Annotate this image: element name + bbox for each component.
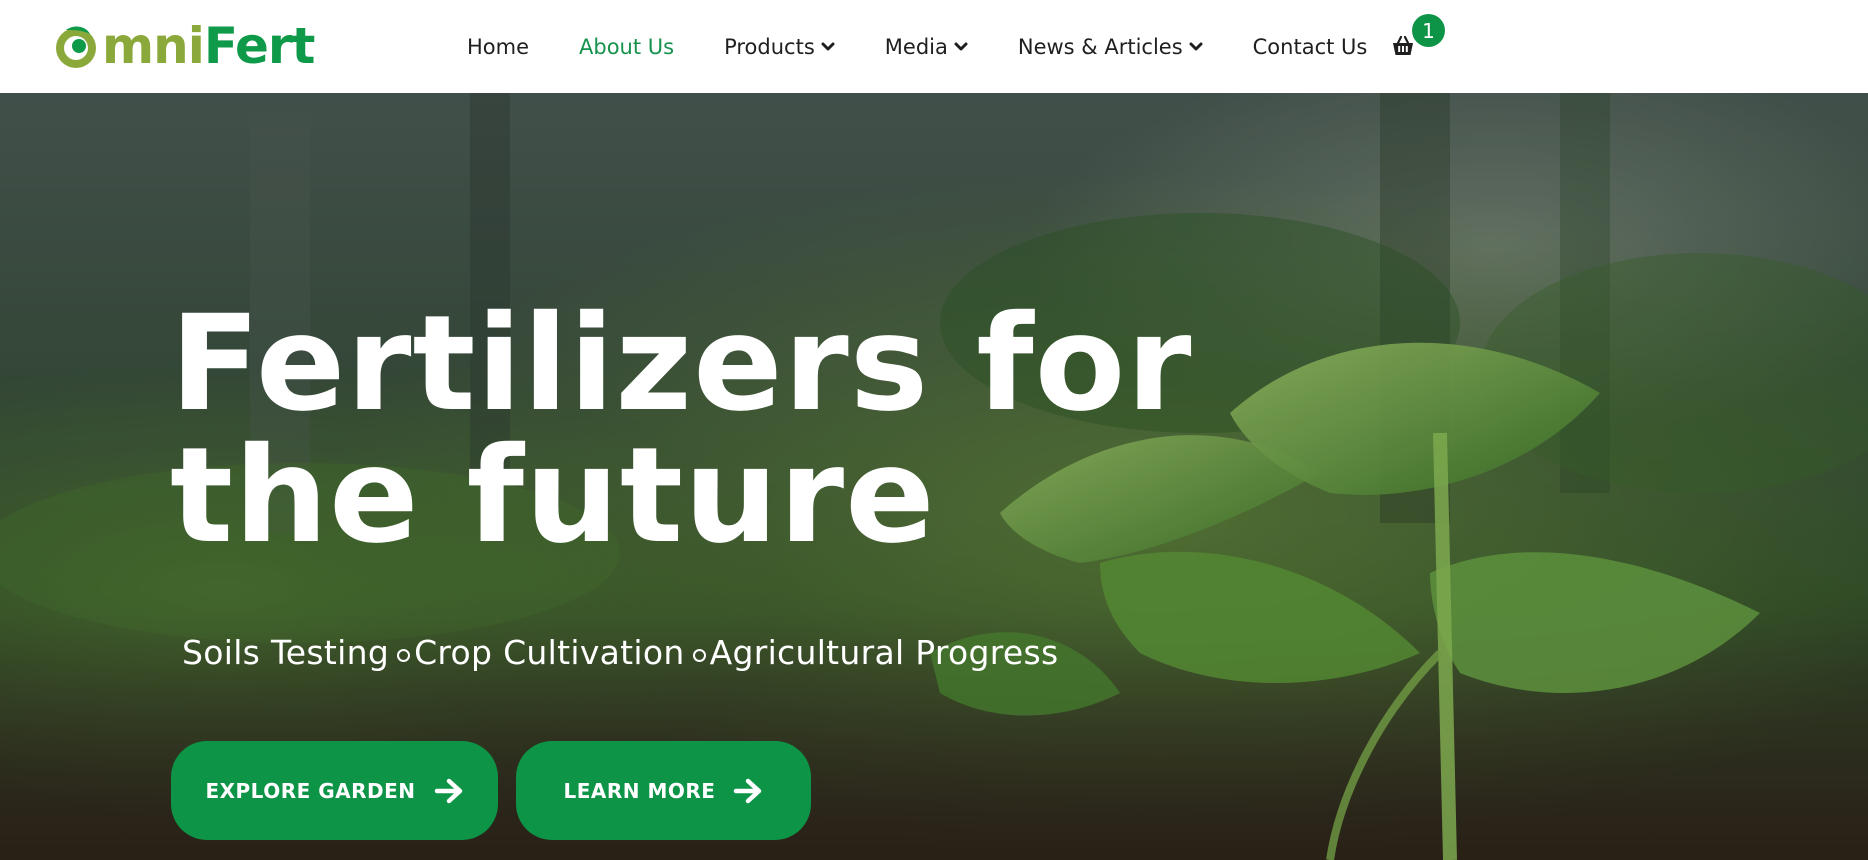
- nav-item-label: Media: [884, 34, 948, 59]
- chevron-down-icon: [1189, 42, 1203, 52]
- nav-item-news-articles[interactable]: News & Articles: [1018, 35, 1203, 59]
- main-nav: Home About Us Products Media News & Arti…: [467, 0, 1417, 93]
- nav-item-label: Home: [467, 34, 530, 59]
- button-label: LEARN MORE: [563, 778, 716, 803]
- nav-item-label: About Us: [579, 34, 675, 59]
- hero-section: Fertilizers for the future Soils Testing…: [0, 93, 1868, 860]
- hero-title-line2: the future: [170, 419, 936, 573]
- chevron-down-icon: [954, 42, 968, 52]
- logo-text-omni: mni: [102, 17, 205, 75]
- nav-item-about-us[interactable]: About Us: [579, 35, 674, 59]
- hero-tagline: Soils Testing Crop Cultivation Agricultu…: [182, 633, 1059, 672]
- nav-item-contact-us[interactable]: Contact Us: [1253, 35, 1368, 59]
- logo-text-fert: Fert: [203, 17, 316, 75]
- hero-title-line1: Fertilizers for: [170, 287, 1193, 441]
- nav-item-home[interactable]: Home: [467, 35, 529, 59]
- logo-mark-icon: [52, 22, 100, 70]
- omnifert-logo[interactable]: mniFert: [52, 17, 316, 75]
- nav-item-label: Contact Us: [1252, 34, 1368, 59]
- site-header: mniFert Home About Us Products Media New…: [0, 0, 1868, 93]
- tagline-item: Soils Testing: [182, 633, 390, 672]
- arrow-right-icon: [733, 777, 763, 805]
- nav-item-media[interactable]: Media: [885, 35, 968, 59]
- nav-item-label: Products: [724, 34, 815, 59]
- basket-icon[interactable]: [1391, 34, 1415, 58]
- tagline-item: Crop Cultivation: [414, 633, 685, 672]
- circle-bullet-icon: [397, 649, 411, 662]
- arrow-right-icon: [434, 777, 464, 805]
- button-label: EXPLORE GARDEN: [205, 778, 416, 803]
- learn-more-button[interactable]: LEARN MORE: [516, 741, 811, 840]
- tagline-item: Agricultural Progress: [709, 633, 1059, 672]
- explore-garden-button[interactable]: EXPLORE GARDEN: [171, 741, 498, 840]
- chevron-down-icon: [821, 42, 835, 52]
- circle-bullet-icon: [692, 649, 706, 662]
- hero-title: Fertilizers for the future: [170, 298, 1270, 562]
- nav-item-products[interactable]: Products: [724, 35, 835, 59]
- cart-count-badge[interactable]: 1: [1412, 14, 1445, 47]
- nav-item-label: News & Articles: [1017, 34, 1183, 59]
